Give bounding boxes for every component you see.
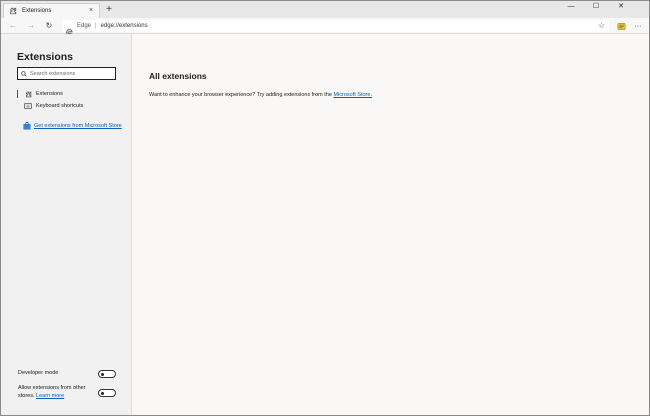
store-link-label[interactable]: Get extensions from Microsoft Store — [34, 123, 122, 129]
page-title: All extensions — [149, 71, 207, 81]
sidebar-item-extensions[interactable]: Extensions — [17, 89, 127, 99]
sidebar-item-label: Extensions — [36, 91, 63, 97]
toggle-knob — [100, 391, 104, 395]
close-window-button[interactable]: ✕ — [610, 1, 632, 13]
developer-mode-toggle[interactable] — [98, 370, 116, 378]
address-bar[interactable]: Edge | edge://extensions ☆ — [62, 20, 609, 36]
sidebar: Extensions Extensions — [1, 34, 132, 415]
main-content: All extensions Want to enhance your brow… — [132, 34, 649, 415]
address-separator: | — [95, 23, 97, 29]
tab-title: Extensions — [22, 8, 52, 14]
extensions-puzzle-icon — [8, 7, 17, 16]
tab-close-icon[interactable]: × — [87, 7, 95, 15]
empty-state-description: Want to enhance your browser experience?… — [149, 92, 372, 98]
back-button[interactable]: ← — [7, 20, 19, 32]
minimize-button[interactable]: — — [560, 1, 582, 13]
refresh-button[interactable]: ↻ — [43, 20, 55, 32]
favorite-star-icon[interactable]: ☆ — [598, 20, 605, 32]
more-options-button[interactable]: ··· — [632, 20, 644, 32]
tab-extensions[interactable]: Extensions × — [3, 3, 100, 18]
get-extensions-link[interactable]: Get extensions from Microsoft Store — [23, 122, 122, 130]
developer-mode-label: Developer mode — [18, 370, 59, 376]
address-brand: Edge — [77, 23, 92, 29]
browser-window: Extensions × + — ☐ ✕ ← → ↻ Edge | edge:/… — [0, 0, 650, 416]
reading-view-icon[interactable] — [615, 20, 627, 32]
address-url[interactable]: edge://extensions — [101, 23, 148, 29]
tab-strip: Extensions × + — ☐ ✕ — [1, 1, 649, 18]
sidebar-title: Extensions — [17, 51, 74, 63]
search-box[interactable] — [17, 67, 116, 80]
sidebar-item-label: Keyboard shortcuts — [36, 103, 84, 109]
allow-other-stores-toggle[interactable] — [98, 389, 116, 397]
toggle-knob — [100, 372, 104, 376]
forward-button[interactable]: → — [25, 20, 37, 32]
search-icon — [21, 70, 27, 77]
microsoft-store-link[interactable]: Microsoft Store. — [333, 92, 372, 98]
selected-indicator — [17, 90, 18, 98]
puzzle-icon — [23, 89, 33, 99]
description-text: Want to enhance your browser experience?… — [149, 92, 332, 98]
learn-more-link[interactable]: Learn more — [36, 393, 64, 399]
new-tab-button[interactable]: + — [103, 4, 115, 16]
maximize-button[interactable]: ☐ — [585, 1, 607, 13]
navigation-toolbar: ← → ↻ Edge | edge://extensions ☆ ··· — [1, 18, 649, 36]
sidebar-item-keyboard-shortcuts[interactable]: Keyboard shortcuts — [17, 101, 127, 111]
edge-logo-icon — [66, 23, 73, 36]
store-bag-icon — [23, 122, 31, 130]
allow-other-stores-label: Allow extensions from other stores. Lear… — [18, 384, 98, 400]
search-input[interactable] — [30, 70, 110, 77]
keyboard-icon — [23, 101, 33, 111]
